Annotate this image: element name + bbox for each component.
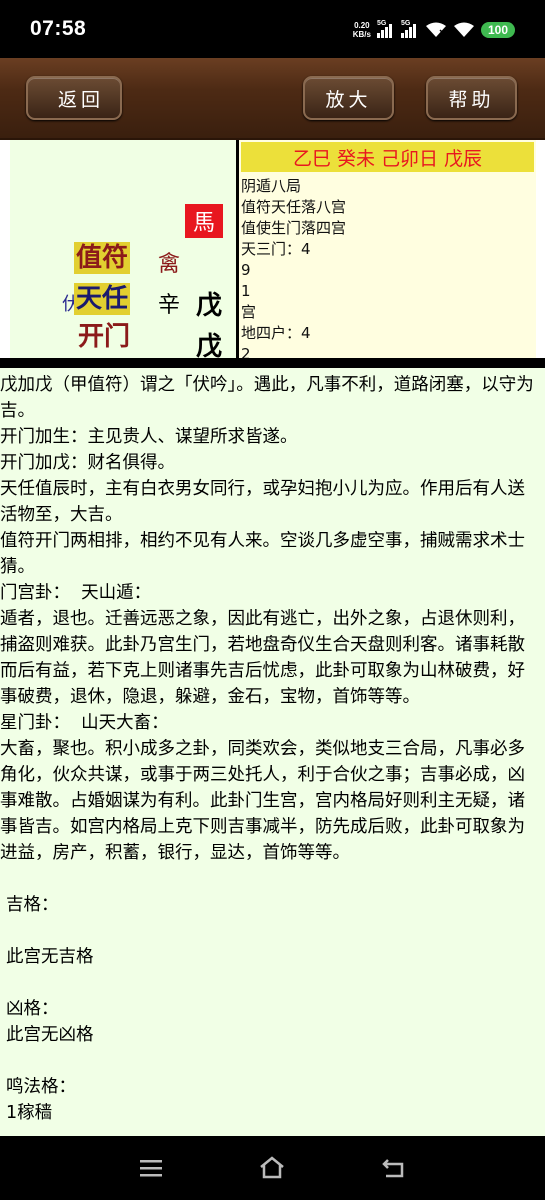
heaven-stem: 戊 bbox=[196, 291, 223, 321]
info-line: 值使生门落四宫 bbox=[241, 219, 347, 237]
ji-label: 吉格： bbox=[6, 895, 59, 915]
wifi-icon bbox=[453, 22, 475, 38]
star-label: 天任 bbox=[74, 283, 131, 315]
hidden-stem: 辛 bbox=[158, 293, 181, 318]
status-time: 07:58 bbox=[30, 17, 87, 40]
ji-value: 此宫无吉格 bbox=[6, 947, 94, 967]
deity-label: 值符 bbox=[74, 242, 131, 274]
info-line: 阴遁八局 bbox=[241, 177, 302, 195]
xiong-value: 此宫无凶格 bbox=[6, 1025, 94, 1045]
ming-label: 鸣法格： bbox=[6, 1077, 76, 1097]
menu-icon[interactable] bbox=[138, 1156, 166, 1180]
divider bbox=[0, 358, 545, 368]
status-icons: 0.20 KB/s 5G 5G 100 bbox=[353, 20, 515, 40]
zoom-button[interactable]: 放大 bbox=[303, 76, 394, 120]
text-paragraph: 戊加戊（甲值符）谓之「伏吟」。遇此，凡事不利，道路闭塞，以守为吉。 bbox=[0, 375, 534, 421]
toolbar: 返回 放大 帮助 bbox=[0, 58, 545, 140]
text-paragraph: 天任值辰时，主有白衣男女同行，或孕妇抱小儿为应。作用后有人送活物至，大吉。 bbox=[0, 479, 525, 525]
info-line: 1 bbox=[241, 282, 251, 300]
help-button[interactable]: 帮助 bbox=[426, 76, 517, 120]
signal-5g-icon: 5G bbox=[400, 20, 419, 38]
xiong-label: 凶格： bbox=[6, 999, 59, 1019]
info-line: 宫 bbox=[241, 303, 257, 321]
wifi-icon bbox=[425, 22, 447, 38]
palace-cell[interactable]: 馬 禽 值符 伏 天任 辛 戊 开门 戊 bbox=[10, 140, 236, 362]
info-line: 2 bbox=[241, 345, 251, 358]
text-paragraph: 遁者，退也。迁善远恶之象，因此有逃亡，出外之象，占退休则利，捕盗则难获。此卦乃宫… bbox=[0, 609, 525, 707]
info-line: 地四户：4 bbox=[241, 324, 311, 342]
status-bar: 07:58 0.20 KB/s 5G 5G 100 bbox=[0, 0, 545, 58]
text-paragraph: 开门加戊：财名俱得。 bbox=[0, 453, 175, 473]
signal-5g-icon: 5G bbox=[376, 20, 395, 38]
door-label: 开门 bbox=[78, 322, 131, 352]
ganzhi-bar: 乙巳 癸未 己卯日 戊辰 bbox=[241, 142, 534, 172]
home-icon[interactable] bbox=[258, 1156, 286, 1180]
text-paragraph: 门宫卦： 天山遁： bbox=[0, 583, 152, 603]
net-speed: 0.20 KB/s bbox=[353, 21, 371, 39]
info-line: 天三门：4 bbox=[241, 240, 311, 258]
horse-badge: 馬 bbox=[185, 204, 223, 238]
text-paragraph: 值符开门两相排，相约不见有人来。空谈几多虚空事，捕贼需求术士猜。 bbox=[0, 531, 525, 577]
net-speed-unit: KB/s bbox=[352, 30, 371, 39]
text-paragraph: 大畜，聚也。积小成多之卦，同类欢会，类似地支三合局，凡事必多角化，伙众共谋，或事… bbox=[0, 739, 525, 863]
text-paragraph: 星门卦： 山天大畜： bbox=[0, 713, 169, 733]
analysis-text[interactable]: 戊加戊（甲值符）谓之「伏吟」。遇此，凡事不利，道路闭塞，以守为吉。 开门加生：主… bbox=[0, 368, 545, 1136]
info-lines: 阴遁八局 值符天任落八宫 值使生门落四宫 天三门：4 9 1 宫 地四户：4 2 bbox=[241, 176, 346, 358]
net-speed-value: 0.20 bbox=[354, 21, 370, 30]
palace-panel: 馬 禽 值符 伏 天任 辛 戊 开门 戊 乙巳 癸未 己卯日 戊辰 阴遁八局 值… bbox=[0, 140, 545, 368]
back-icon[interactable] bbox=[380, 1156, 408, 1180]
signal-label: 5G bbox=[400, 20, 411, 27]
earth-star: 禽 bbox=[158, 252, 181, 277]
nav-bar bbox=[0, 1136, 545, 1200]
info-cell: 乙巳 癸未 己卯日 戊辰 阴遁八局 值符天任落八宫 值使生门落四宫 天三门：4 … bbox=[239, 140, 536, 358]
back-button[interactable]: 返回 bbox=[26, 76, 122, 120]
ming-value: 1稼穑 bbox=[6, 1103, 53, 1123]
signal-label: 5G bbox=[376, 20, 387, 27]
text-paragraph: 开门加生：主见贵人、谋望所求皆遂。 bbox=[0, 427, 298, 447]
info-line: 值符天任落八宫 bbox=[241, 198, 347, 216]
battery-icon: 100 bbox=[480, 22, 515, 38]
info-line: 9 bbox=[241, 261, 251, 279]
